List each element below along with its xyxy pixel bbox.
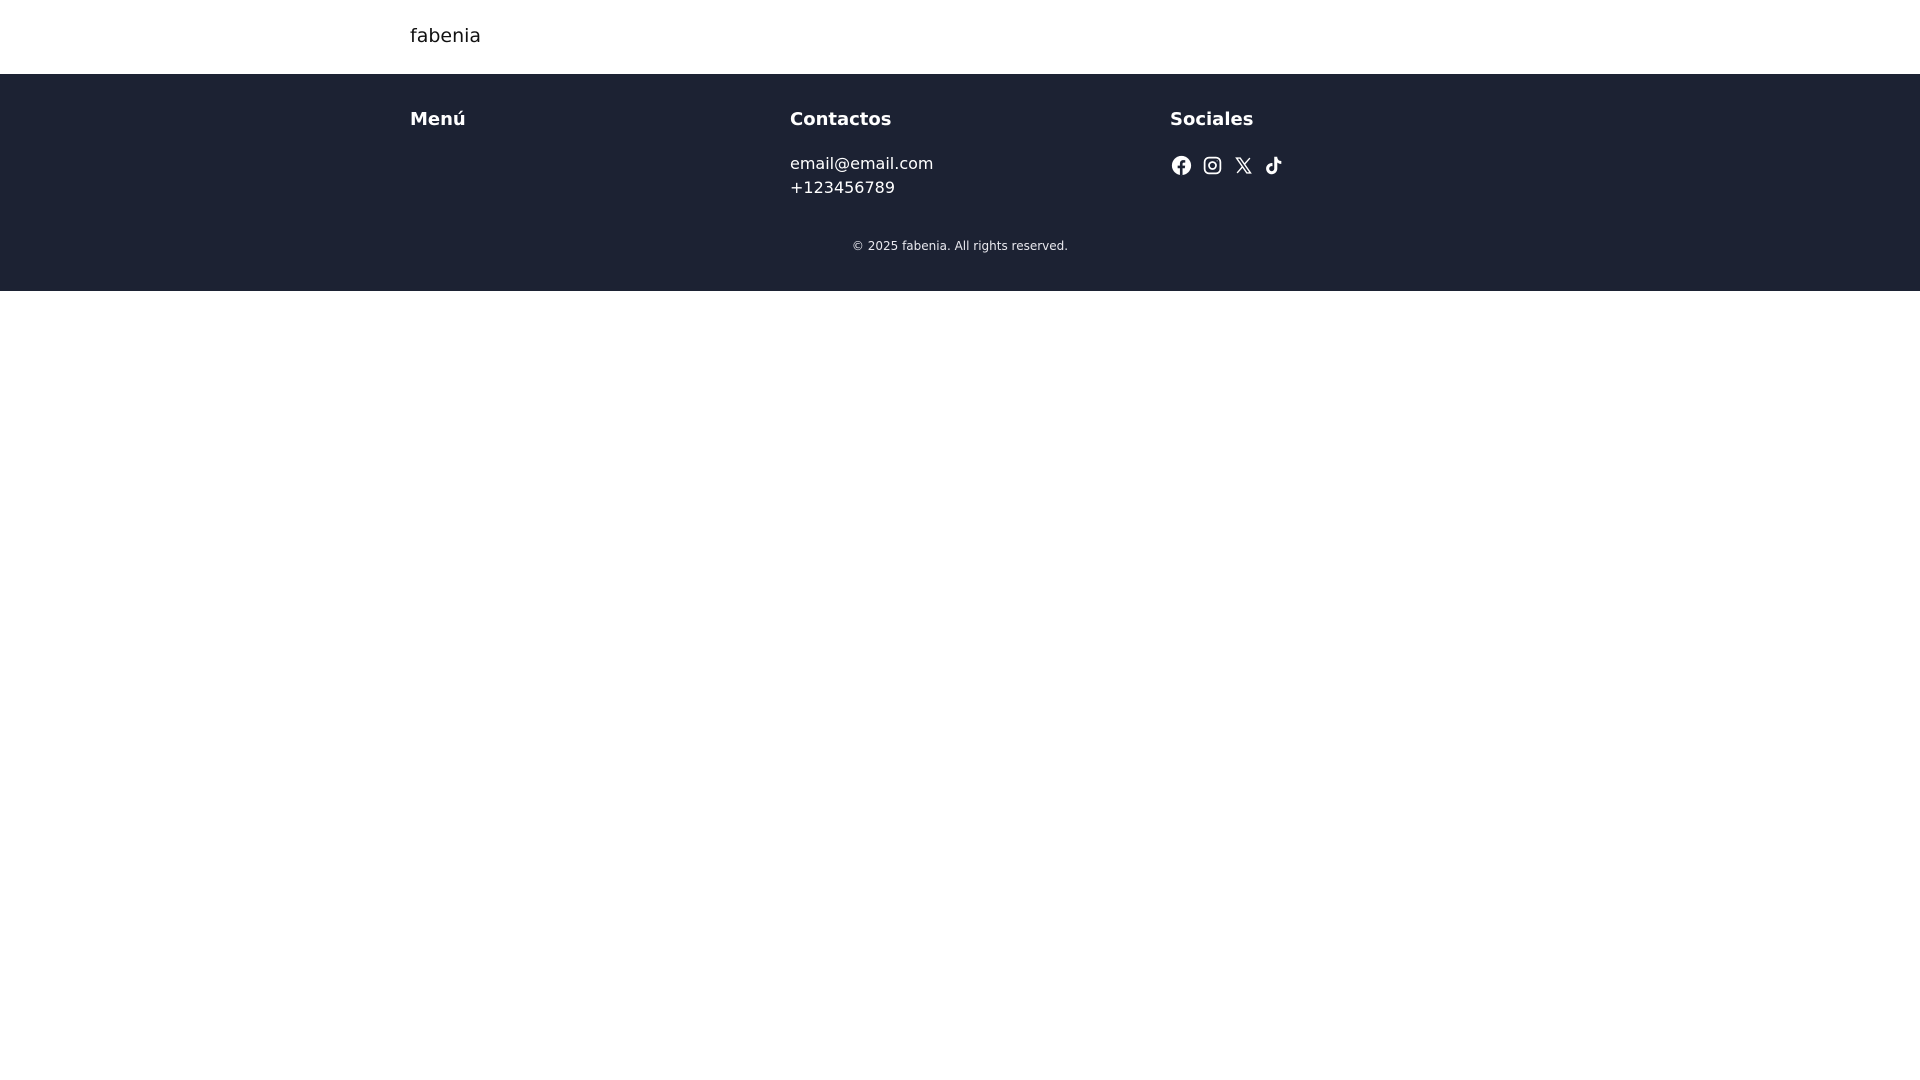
footer-menu-title: Menú [410,109,466,130]
social-links [1170,154,1286,177]
brand-logo-link[interactable]: fabenia [410,24,481,48]
tiktok-icon[interactable] [1263,154,1286,177]
footer-social-title: Sociales [1170,109,1254,130]
x-icon[interactable] [1232,154,1255,177]
footer-contact-title: Contactos [790,109,892,130]
site-header: fabenia [0,0,1920,74]
instagram-icon[interactable] [1201,154,1224,177]
site-footer: Menú Contactos email@email.com +12345678… [0,74,1920,291]
contact-phone-link[interactable]: +123456789 [790,178,895,198]
contact-email-link[interactable]: email@email.com [790,154,934,174]
facebook-icon[interactable] [1170,154,1193,177]
copyright-text: © 2025 fabenia. All rights reserved. [851,239,1069,253]
